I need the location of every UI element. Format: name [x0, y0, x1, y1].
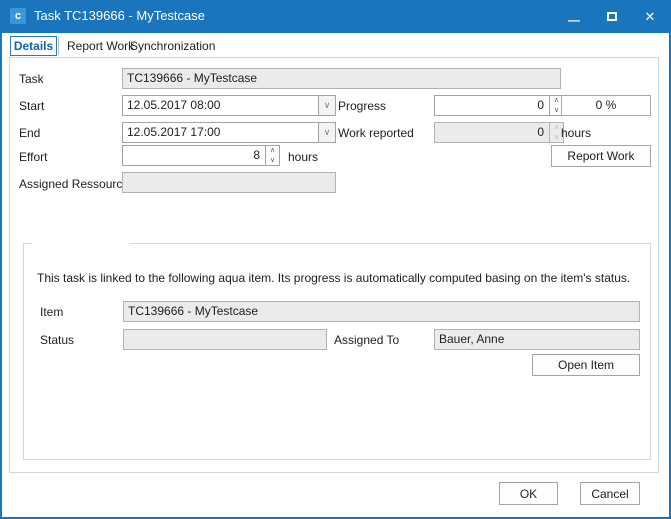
minimize-button[interactable]: — [563, 7, 585, 27]
status-field [123, 329, 327, 350]
window-title: Task TC139666 - MyTestcase [34, 8, 205, 23]
end-label: End [19, 126, 40, 140]
chevron-down-icon[interactable]: ∨ [318, 96, 335, 115]
work-reported-value: 0 [435, 123, 549, 142]
linked-item-description: This task is linked to the following aqu… [37, 271, 637, 285]
tab-separator [58, 37, 59, 55]
progress-label: Progress [338, 99, 386, 113]
close-icon: ✕ [645, 9, 656, 25]
assigned-ressource-label: Assigned Ressource [19, 177, 129, 191]
report-work-button[interactable]: Report Work [551, 145, 651, 167]
start-datetime-input[interactable]: 12.05.2017 08:00 ∨ [122, 95, 336, 116]
cancel-button[interactable]: Cancel [580, 482, 640, 505]
effort-value: 8 [123, 146, 265, 165]
maximize-button[interactable] [601, 7, 623, 27]
end-datetime-input[interactable]: 12.05.2017 17:00 ∨ [122, 122, 336, 143]
tab-report-work[interactable]: Report Work [67, 39, 134, 53]
work-reported-label: Work reported [338, 126, 414, 140]
chevron-down-icon[interactable]: ∨ [318, 123, 335, 142]
item-label: Item [40, 305, 63, 319]
task-field: TC139666 - MyTestcase [122, 68, 561, 89]
assigned-to-field: Bauer, Anne [434, 329, 640, 350]
groupbox-caption-gap [32, 243, 130, 244]
task-label: Task [19, 72, 44, 86]
aqua-app-icon: c [10, 8, 26, 24]
effort-label: Effort [19, 150, 47, 164]
item-field: TC139666 - MyTestcase [123, 301, 640, 322]
tab-synchronization[interactable]: Synchronization [130, 39, 215, 53]
work-reported-spinner: 0 ∧ ∨ [434, 122, 564, 143]
progress-spinner[interactable]: 0 ∧ ∨ [434, 95, 564, 116]
minimize-icon: — [568, 13, 580, 27]
task-dialog-window: c Task TC139666 - MyTestcase — ✕ Details… [0, 0, 671, 519]
open-item-button[interactable]: Open Item [532, 354, 640, 376]
progress-percent-field: 0 % [561, 95, 651, 116]
maximize-icon [607, 12, 617, 21]
end-datetime-value: 12.05.2017 17:00 [123, 123, 318, 142]
progress-value: 0 [435, 96, 549, 115]
details-tab-page: Task TC139666 - MyTestcase Start 12.05.2… [9, 57, 659, 473]
start-datetime-value: 12.05.2017 08:00 [123, 96, 318, 115]
linked-item-groupbox: This task is linked to the following aqu… [23, 243, 651, 460]
start-label: Start [19, 99, 44, 113]
close-button[interactable]: ✕ [639, 7, 661, 27]
spinner-down-icon[interactable]: ∨ [266, 156, 279, 166]
tab-details[interactable]: Details [10, 36, 57, 56]
assigned-to-label: Assigned To [334, 333, 399, 347]
ok-button[interactable]: OK [499, 482, 558, 505]
spinner-up-icon[interactable]: ∧ [266, 146, 279, 156]
assigned-ressource-field [122, 172, 336, 193]
effort-unit-label: hours [288, 150, 318, 164]
titlebar: c Task TC139666 - MyTestcase — ✕ [0, 0, 671, 33]
effort-spinner[interactable]: 8 ∧ ∨ [122, 145, 280, 166]
work-reported-unit-label: hours [561, 126, 591, 140]
status-label: Status [40, 333, 74, 347]
